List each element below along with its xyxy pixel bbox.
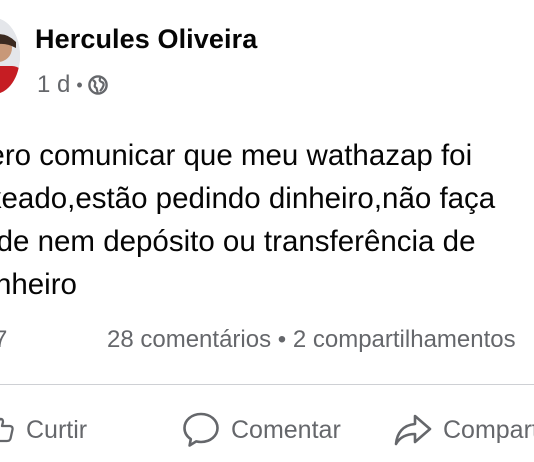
share-button[interactable]: Compartilhar	[393, 406, 534, 454]
post-time[interactable]: 1 d	[37, 71, 70, 99]
post-meta: 1 d •	[37, 70, 108, 100]
meta-separator: •	[76, 74, 83, 95]
post-text: uero comunicar que meu wathazap foi ckea…	[0, 134, 534, 306]
feed-post: Hercules Oliveira 1 d • uero comunicar q…	[0, 0, 534, 462]
profile-photo-icon	[0, 18, 20, 94]
divider	[0, 384, 534, 385]
shares-count[interactable]: 2 compartilhamentos	[293, 326, 516, 353]
comments-count[interactable]: 28 comentários	[107, 326, 271, 353]
thumbs-up-icon	[0, 417, 14, 443]
comment-label: Comentar	[231, 415, 341, 444]
post-text-line: o de nem depósito ou transferência de	[0, 225, 476, 258]
like-button[interactable]: Curtir	[0, 406, 87, 454]
like-label: Curtir	[26, 415, 88, 444]
avatar[interactable]	[0, 18, 20, 94]
post-text-line: ckeado,estão pedindo dinheiro,não faça	[0, 182, 496, 215]
post-text-line: dinheiro	[0, 268, 77, 301]
post-text-line: uero comunicar que meu wathazap foi	[0, 139, 473, 172]
stats-separator: •	[277, 326, 287, 353]
engagement-summary: 28 comentários • 2 compartilhamentos	[107, 326, 516, 354]
comment-button[interactable]: Comentar	[181, 406, 341, 454]
share-label: Compartilhar	[443, 415, 534, 444]
comment-icon	[183, 412, 219, 447]
share-arrow-icon	[394, 414, 432, 446]
globe-icon[interactable]	[87, 75, 108, 95]
post-actions: Curtir Comentar Compartilhar	[0, 406, 534, 454]
reactions-count[interactable]: 7	[0, 326, 7, 354]
author-name[interactable]: Hercules Oliveira	[35, 24, 257, 55]
